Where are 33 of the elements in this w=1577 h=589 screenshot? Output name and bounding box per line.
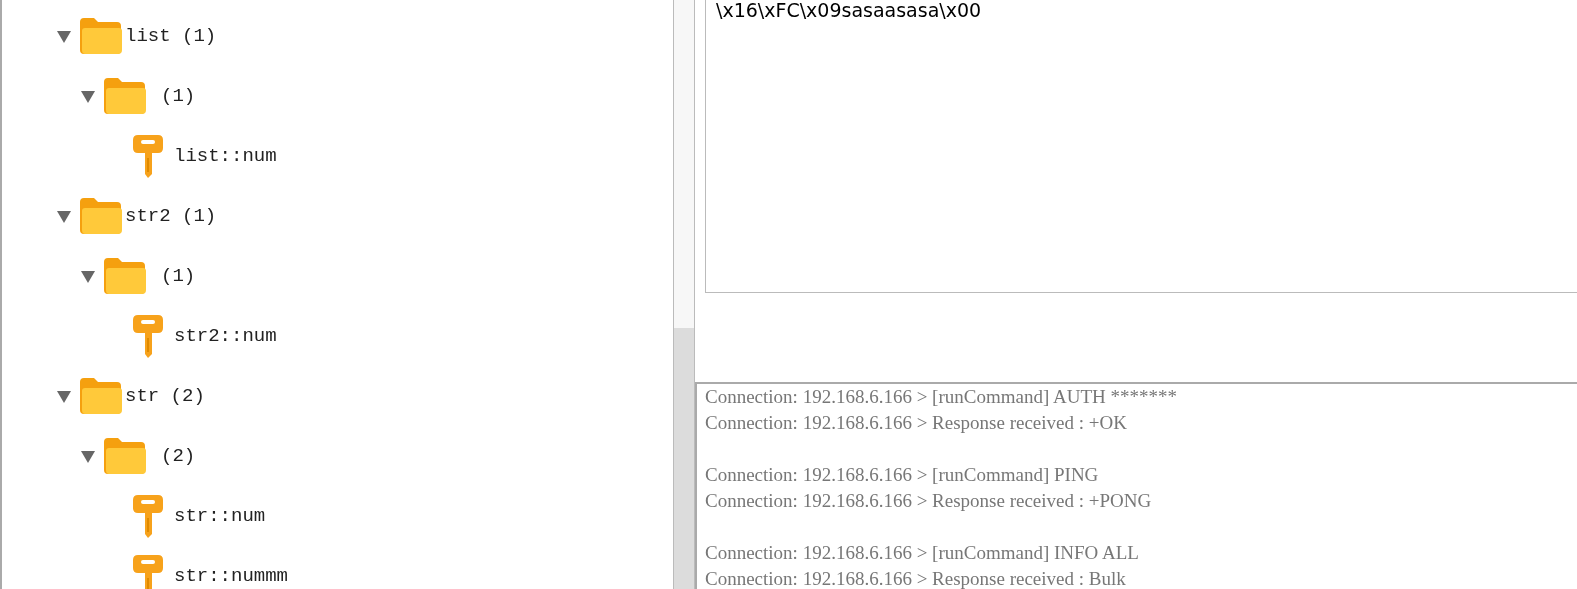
log-line: Connection: 192.168.6.166 > Response received : +PONG	[705, 489, 1152, 513]
folder-icon	[79, 196, 123, 236]
tree-item-label[interactable]: list (1)	[125, 21, 217, 51]
log-line: Connection: 192.168.6.166 > [runCommand] AUTH *******	[705, 385, 1177, 409]
tree-item-label[interactable]: str::num	[174, 501, 266, 531]
folder-icon	[79, 376, 123, 416]
expand-toggle[interactable]	[81, 269, 95, 283]
expand-toggle[interactable]	[57, 209, 71, 223]
tree-item-label[interactable]: (1)	[161, 261, 196, 291]
folder-icon	[103, 76, 147, 116]
expand-toggle[interactable]	[57, 389, 71, 403]
folder-icon	[79, 16, 123, 56]
folder-icon	[103, 256, 147, 296]
key-icon	[132, 314, 164, 358]
expand-toggle[interactable]	[81, 89, 95, 103]
key-icon	[132, 494, 164, 538]
expand-toggle[interactable]	[81, 449, 95, 463]
key-icon	[132, 134, 164, 178]
tree-item-label[interactable]: str (2)	[125, 381, 205, 411]
log-line: Connection: 192.168.6.166 > [runCommand] INFO ALL	[705, 541, 1139, 565]
log-line: Connection: 192.168.6.166 > Response received : Bulk	[705, 567, 1126, 589]
folder-icon	[103, 436, 147, 476]
tree-item-label[interactable]: (1)	[161, 81, 196, 111]
tree-item-label[interactable]: str::nummm	[174, 561, 289, 589]
tree-item-label[interactable]: (2)	[161, 441, 196, 471]
scrollbar[interactable]	[673, 0, 695, 589]
tree-item-label[interactable]: str2::num	[174, 321, 277, 351]
value-text: \x16\xFC\x09sasaasasa\x00	[716, 0, 983, 20]
log-line: Connection: 192.168.6.166 > Response received : +OK	[705, 411, 1127, 435]
expand-toggle[interactable]	[57, 29, 71, 43]
tree-item-label[interactable]: str2 (1)	[125, 201, 217, 231]
tree-item-label[interactable]: list::num	[174, 141, 277, 171]
log-line: Connection: 192.168.6.166 > [runCommand] PING	[705, 463, 1099, 487]
